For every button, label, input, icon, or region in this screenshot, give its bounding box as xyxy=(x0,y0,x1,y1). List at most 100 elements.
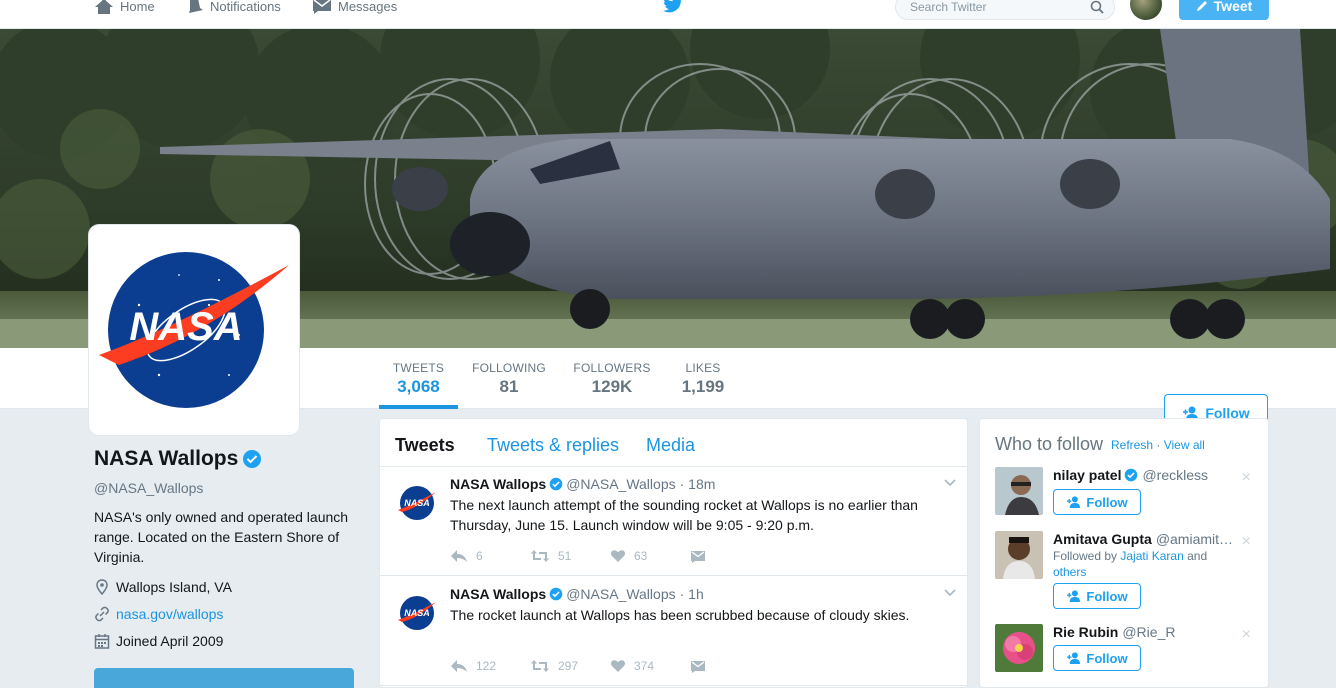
nav-messages[interactable]: Messages xyxy=(312,0,397,17)
bell-icon xyxy=(189,0,203,13)
profile-location: Wallops Island, VA xyxy=(94,579,232,595)
user-avatar[interactable] xyxy=(1130,0,1162,20)
profile-bio: NASA's only owned and operated launch ra… xyxy=(94,509,349,565)
profile-avatar[interactable]: NASA xyxy=(89,225,299,435)
tweet-to-button[interactable] xyxy=(94,668,354,688)
tweet-button[interactable]: Tweet xyxy=(1179,0,1269,20)
envelope-icon xyxy=(691,551,705,563)
reply-action[interactable]: 122 xyxy=(450,659,530,673)
like-action[interactable]: 63 xyxy=(610,549,690,563)
suggested-user-avatar[interactable] xyxy=(995,531,1043,579)
stat-likes[interactable]: LIKES 1,199 xyxy=(672,348,734,408)
timeline-tabs: Tweets Tweets & replies Media xyxy=(380,419,967,467)
dismiss-icon[interactable]: × xyxy=(1242,469,1251,487)
stat-likes-label: LIKES xyxy=(685,361,721,375)
reply-count: 122 xyxy=(476,659,497,673)
retweet-action[interactable]: 297 xyxy=(530,659,610,673)
verified-badge-icon xyxy=(549,477,563,491)
suggested-user-avatar[interactable] xyxy=(995,624,1043,672)
suggested-follow-button[interactable]: Follow xyxy=(1053,583,1141,609)
retweet-icon xyxy=(531,550,549,562)
like-count: 63 xyxy=(634,549,648,563)
tweet-button-label: Tweet xyxy=(1213,0,1253,14)
tweet-avatar-logo-text: NASA xyxy=(404,608,430,618)
tweet-timestamp[interactable]: · 18m xyxy=(680,476,716,492)
tweet-timestamp[interactable]: · 1h xyxy=(680,586,704,602)
profile-handle: @NASA_Wallops xyxy=(94,480,204,496)
verified-badge-icon xyxy=(243,450,262,468)
verified-badge-icon xyxy=(1125,468,1138,482)
dm-action[interactable] xyxy=(690,549,770,563)
followed-by-text: Followed by Jajati Karan and others xyxy=(1053,548,1243,580)
suggested-user-name[interactable]: nilay patel xyxy=(1053,467,1121,483)
suggested-follow-label: Follow xyxy=(1086,588,1128,604)
view-all-link[interactable]: View all xyxy=(1164,438,1205,452)
stat-tweets[interactable]: TWEETS 3,068 xyxy=(379,348,458,409)
nav-home[interactable]: Home xyxy=(94,0,155,17)
stat-following-label: FOLLOWING xyxy=(472,361,546,375)
suggested-user-avatar[interactable] xyxy=(995,467,1043,515)
twitter-bird-icon[interactable] xyxy=(662,0,684,14)
suggested-user-handle[interactable]: @Rie_R xyxy=(1122,624,1175,640)
stat-followers[interactable]: FOLLOWERS 129K xyxy=(572,348,652,408)
suggested-user-handle[interactable]: @amiamit… xyxy=(1156,531,1233,547)
tweet-avatar[interactable]: NASA xyxy=(396,482,438,524)
tab-tweets[interactable]: Tweets xyxy=(395,435,455,456)
tweet-text: The rocket launch at Wallops has been sc… xyxy=(450,607,910,623)
profile-joined-text: Joined April 2009 xyxy=(116,633,224,649)
reply-action[interactable]: 6 xyxy=(450,549,530,563)
search-icon[interactable] xyxy=(1090,0,1104,14)
suggested-follow-button[interactable]: Follow xyxy=(1053,645,1141,671)
retweet-action[interactable]: 51 xyxy=(530,549,610,563)
tab-media[interactable]: Media xyxy=(646,435,695,456)
profile-website-link[interactable]: nasa.gov/wallops xyxy=(116,606,223,622)
suggested-follow-label: Follow xyxy=(1086,650,1128,666)
tweet-author-name[interactable]: NASA Wallops xyxy=(450,586,546,602)
retweet-count: 297 xyxy=(558,659,579,673)
tweet-item[interactable]: NASA NASA Wallops @NASA_Wallops · 1h The… xyxy=(380,576,967,686)
followed-by-user-link[interactable]: Jajati Karan xyxy=(1120,549,1183,563)
dm-action[interactable] xyxy=(690,659,770,673)
chevron-down-icon[interactable] xyxy=(943,478,957,488)
tweet-author-name[interactable]: NASA Wallops xyxy=(450,476,546,492)
dismiss-icon[interactable]: × xyxy=(1242,533,1251,551)
stat-following[interactable]: FOLLOWING 81 xyxy=(470,348,548,408)
stat-following-value: 81 xyxy=(499,377,519,396)
suggested-user-handle[interactable]: @reckless xyxy=(1142,467,1208,483)
like-count: 374 xyxy=(634,659,655,673)
compose-icon xyxy=(1196,1,1207,11)
nav-messages-label: Messages xyxy=(338,0,398,14)
timeline: Tweets Tweets & replies Media NASA NASA … xyxy=(379,418,968,688)
retweet-count: 51 xyxy=(558,549,572,563)
tweet-text: The next launch attempt of the sounding … xyxy=(450,497,918,533)
separator-dot: · xyxy=(1156,438,1161,452)
chevron-down-icon[interactable] xyxy=(943,588,957,598)
who-to-follow-title: Who to follow xyxy=(995,434,1104,454)
tweet-header: NASA Wallops @NASA_Wallops · 1h xyxy=(450,586,704,602)
location-pin-icon xyxy=(96,579,108,595)
who-to-follow-links: Refresh · View all xyxy=(1111,438,1205,452)
profile-name: NASA Wallops xyxy=(94,447,262,471)
verified-badge-icon xyxy=(549,587,563,601)
suggested-user-name[interactable]: Amitava Gupta xyxy=(1053,531,1152,547)
tab-tweets-replies[interactable]: Tweets & replies xyxy=(487,435,619,456)
profile-location-text: Wallops Island, VA xyxy=(116,579,232,595)
tweet-author-handle[interactable]: @NASA_Wallops xyxy=(566,586,675,602)
stat-followers-value: 129K xyxy=(591,377,633,396)
suggested-user-name[interactable]: Rie Rubin xyxy=(1053,624,1118,640)
search-input[interactable] xyxy=(908,0,1082,15)
retweet-icon xyxy=(531,660,549,672)
tweet-author-handle[interactable]: @NASA_Wallops xyxy=(566,476,675,492)
profile-name-text: NASA Wallops xyxy=(94,447,239,470)
followed-by-prefix: Followed by xyxy=(1053,549,1118,563)
nav-notifications[interactable]: Notifications xyxy=(186,0,281,17)
tweet-avatar[interactable]: NASA xyxy=(396,592,438,634)
refresh-link[interactable]: Refresh xyxy=(1111,438,1153,452)
add-user-icon xyxy=(1067,652,1081,664)
tweet-item[interactable]: NASA NASA Wallops @NASA_Wallops · 18m Th… xyxy=(380,466,967,576)
like-action[interactable]: 374 xyxy=(610,659,690,673)
dismiss-icon[interactable]: × xyxy=(1242,626,1251,644)
suggested-follow-button[interactable]: Follow xyxy=(1053,489,1141,515)
followed-by-others-link[interactable]: others xyxy=(1053,565,1086,579)
search-box[interactable] xyxy=(895,0,1115,20)
